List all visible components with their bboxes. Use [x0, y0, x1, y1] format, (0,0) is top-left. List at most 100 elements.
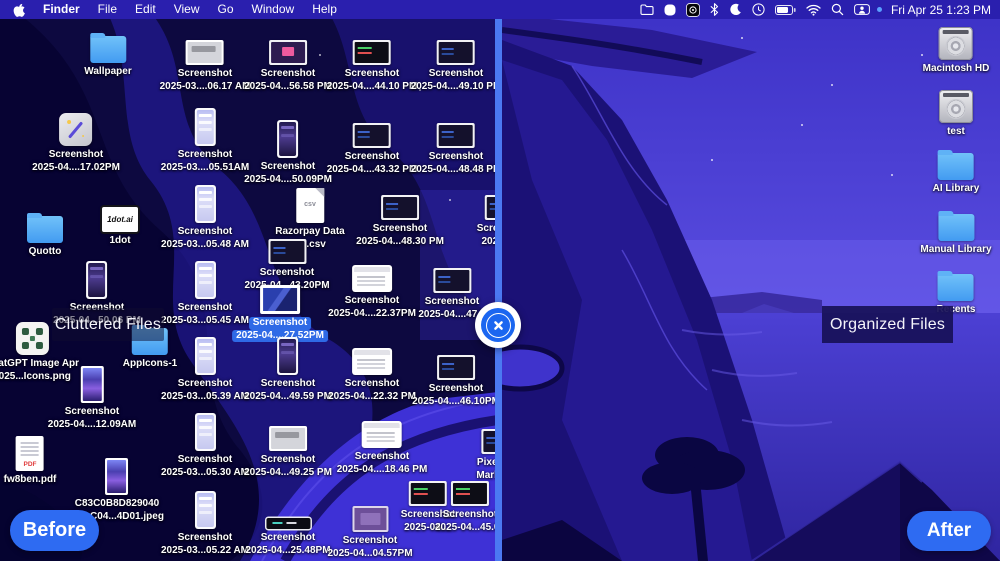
comparison-divider[interactable] — [495, 0, 502, 561]
file-name-line2: 2025-04...04.57PM — [327, 548, 412, 561]
desktop-icon[interactable]: Screenshot 2025-03....05.51AM — [161, 108, 249, 174]
desktop-icon[interactable]: Screenshot 2025-04....17.02PM — [32, 108, 120, 174]
desktop-icon[interactable]: Screenshot 2025-04...56.58 PM — [244, 27, 332, 93]
file-name-line2: 2025-03....05.51AM — [161, 162, 249, 175]
file-label: Screenshot 2025-04...49.25 PM — [244, 454, 332, 479]
file-label: Wallpaper — [84, 66, 131, 79]
user-switch-icon[interactable] — [849, 4, 875, 15]
desktop-icon[interactable]: fw8ben.pdf — [4, 433, 57, 487]
file-name-line1: Wallpaper — [84, 66, 131, 79]
file-name-line1: Screenshot — [443, 509, 497, 522]
file-name-line1: Screenshot — [345, 295, 399, 308]
desktop-icon[interactable]: Screenshot 2025-03...05.30 AM — [161, 413, 249, 479]
battery-icon[interactable] — [770, 5, 801, 15]
wallpaper-art-right — [502, 0, 1000, 561]
file-label: Screenshot 2025-04....49.10 PM — [411, 68, 498, 93]
file-icon — [296, 188, 324, 223]
file-label: Screenshot 2025-04....48.48 PM — [411, 151, 498, 176]
desktop-icon[interactable]: Screenshot 2025-03...05.22 AM — [161, 491, 249, 557]
file-label: Screenshot 2025-04....43.32 PM — [327, 151, 418, 176]
file-name-line2: 2025-04...25.48PM — [245, 545, 330, 558]
desktop-icon[interactable]: Manual Library — [920, 203, 991, 257]
file-name-line1: Screenshot — [65, 406, 119, 419]
menu-item[interactable]: Go — [209, 2, 243, 16]
desktop-icon[interactable]: Macintosh HD — [923, 22, 990, 76]
moon-icon[interactable] — [724, 3, 747, 16]
file-name-line2: 2025-04...49.25 PM — [244, 467, 332, 480]
file-icon — [16, 322, 49, 355]
file-name-line1: Screenshot — [261, 378, 315, 391]
desktop-icon[interactable]: Wallpaper — [84, 25, 131, 79]
file-name-line2: 2025-04...49.59 PM — [244, 391, 332, 404]
before-desktop-pane[interactable]: Wallpaper Screenshot 2025-03....06.17 AM… — [0, 0, 498, 561]
desktop-icon[interactable]: Screenshot 2025-04....49.10 PM — [411, 27, 498, 93]
file-name-line1: Quotto — [29, 246, 62, 259]
file-icon — [938, 214, 974, 241]
desktop-icon[interactable]: Screenshot 2025-04...45.05 — [435, 468, 498, 534]
file-name-line1: C83C0B8D829040 — [75, 498, 160, 511]
file-icon — [90, 36, 126, 63]
file-label: Screenshot 2025-03...05.48 AM — [161, 226, 249, 251]
file-name-line1: Screenshot — [355, 451, 409, 464]
desktop-icon[interactable]: Screenshot 2025-04...04.57PM — [327, 494, 412, 560]
file-name-line1: Screenshot — [345, 378, 399, 391]
menu-item[interactable]: View — [165, 2, 209, 16]
desktop-icon[interactable]: Quotto — [27, 205, 63, 259]
desktop-icon[interactable]: AI Library — [933, 142, 980, 196]
file-label: Screenshot 2025-04...56.58 PM — [244, 68, 332, 93]
file-label: Screenshot 2025-04...25.48PM — [245, 532, 330, 557]
after-button[interactable]: After — [907, 511, 991, 551]
after-desktop-pane[interactable]: Macintosh HD test AI Library — [502, 0, 1000, 561]
menu-item[interactable]: Window — [243, 2, 304, 16]
file-label: Screenshot 2025-04...48.30 PM — [356, 223, 444, 248]
menu-bar: FinderFileEditViewGoWindowHelp Fri Apr 2… — [0, 0, 1000, 19]
file-name-line2: 2025-04....48.48 PM — [411, 164, 498, 177]
menu-item[interactable]: Help — [303, 2, 346, 16]
screen-record-tile-icon[interactable] — [681, 3, 705, 17]
desktop-icon[interactable]: test — [939, 85, 973, 139]
search-icon[interactable] — [826, 3, 849, 16]
comparison-handle[interactable] — [475, 302, 521, 348]
file-icon — [106, 458, 129, 495]
file-icon — [362, 421, 402, 448]
file-icon — [352, 348, 392, 375]
desktop-icon[interactable]: Screenshot 2025-04....47.3 — [418, 255, 485, 321]
before-button[interactable]: Before — [10, 510, 99, 551]
file-icon — [260, 285, 300, 314]
bluetooth-icon[interactable] — [705, 3, 724, 16]
file-icon — [80, 366, 103, 403]
desktop-icon[interactable]: Screenshot 2025-04....48.48 PM — [411, 110, 498, 176]
desktop-icon[interactable]: Screenshot 2025-04...25.48PM — [245, 491, 330, 557]
file-name-line1: AI Library — [933, 183, 980, 196]
menu-clock[interactable]: Fri Apr 25 1:23 PM — [882, 3, 991, 17]
shape-icon[interactable] — [659, 4, 681, 16]
desktop-icon[interactable]: Screenshot 2025-04...49.25 PM — [244, 413, 332, 479]
file-icon — [195, 185, 216, 223]
clock-icon[interactable] — [747, 3, 770, 16]
file-name-line1: Screenshot — [178, 378, 232, 391]
menu-item[interactable]: File — [89, 2, 126, 16]
desktop-icon[interactable]: Screenshot 2025-04...48.30 PM — [356, 182, 444, 248]
file-label: Screenshot 2025-04....50.09PM — [244, 161, 332, 186]
menu-item[interactable]: Edit — [126, 2, 165, 16]
desktop-icon[interactable]: Screenshot 2025-03...05.48 AM — [161, 185, 249, 251]
desktop-icon[interactable]: Screenshot 2025-04....18.46 PM — [337, 410, 428, 476]
desktop-icon[interactable]: Screenshot 2025-04....27.52PM — [232, 276, 328, 342]
desktop-icon[interactable]: Screenshot 2025-04....44.10 PM — [327, 27, 418, 93]
desktop-icon[interactable]: 1dot — [102, 194, 138, 248]
file-label: Screenshot 2025-03...05.30 AM — [161, 454, 249, 479]
desktop-icon[interactable]: Screenshot 2025-04....12.09AM — [48, 365, 136, 431]
desktop-icon[interactable]: Screenshot 2025-04....22.37PM — [328, 254, 416, 320]
desktop-icon[interactable]: Screenshot 2025-04....50.09PM — [244, 120, 332, 186]
desktop-icon[interactable]: Screenshot 2025-04...49.59 PM — [244, 337, 332, 403]
folder-icon[interactable] — [635, 4, 659, 15]
desktop-icon[interactable]: Screenshot 2025-03....06.17 AM — [160, 27, 251, 93]
apple-menu-icon[interactable] — [0, 3, 34, 17]
desktop-icon[interactable]: Screenshot 2025-03...05.39 AM — [161, 337, 249, 403]
file-name-line1: Manual Library — [920, 244, 991, 257]
desktop-icon[interactable]: Screenshot 2025-04....43.32 PM — [327, 110, 418, 176]
menu-item[interactable]: Finder — [34, 2, 89, 16]
wifi-icon[interactable] — [801, 4, 826, 16]
desktop-icon[interactable]: Screenshot 2025-04...22.32 PM — [328, 337, 416, 403]
desktop-icon[interactable]: Screenshot 2025-04....46.10PM — [412, 342, 498, 408]
